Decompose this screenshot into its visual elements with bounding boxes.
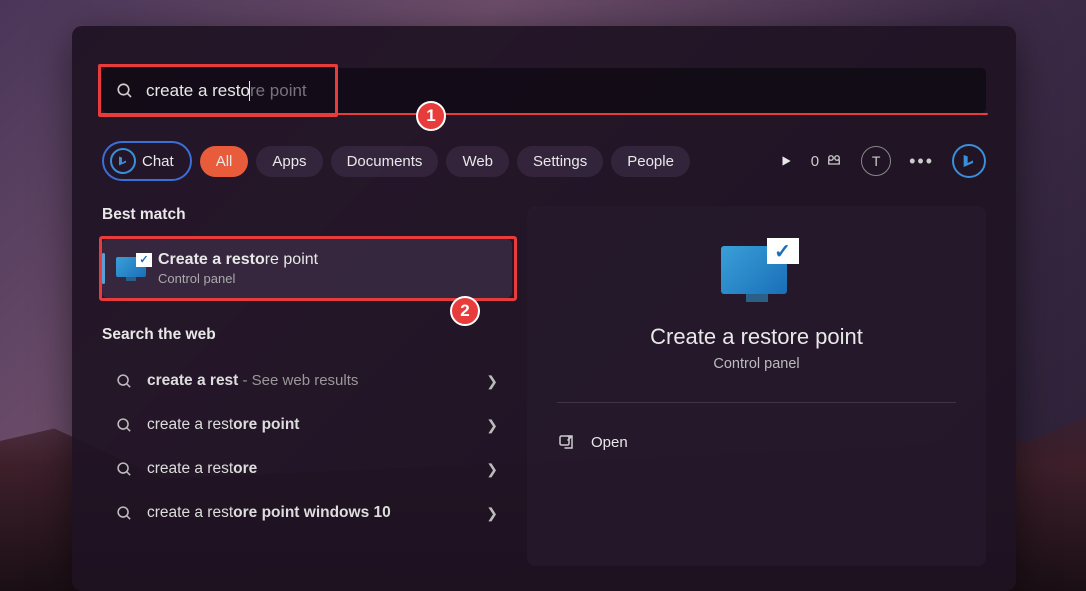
filter-chat[interactable]: Chat: [102, 141, 192, 181]
search-icon: [116, 82, 134, 100]
open-action[interactable]: Open: [557, 423, 956, 461]
bing-icon: [110, 148, 136, 174]
detail-subtitle: Control panel: [557, 356, 956, 372]
start-search-panel: create a restore point 1 Chat All Apps D…: [72, 26, 1016, 591]
chevron-right-icon: ❯: [486, 505, 498, 522]
search-autocomplete-text: re point: [250, 81, 307, 101]
result-subtitle: Control panel: [158, 271, 318, 286]
more-icon[interactable]: •••: [909, 151, 934, 172]
chevron-right-icon: ❯: [486, 461, 498, 478]
detail-panel: ✓ Create a restore point Control panel O…: [527, 206, 986, 566]
open-label: Open: [591, 434, 628, 451]
rewards-icon: [825, 152, 843, 170]
bing-button[interactable]: [952, 144, 986, 178]
filter-documents[interactable]: Documents: [331, 146, 439, 177]
play-icon[interactable]: [779, 154, 793, 168]
detail-title: Create a restore point: [557, 324, 956, 350]
filter-row: Chat All Apps Documents Web Settings Peo…: [102, 141, 986, 181]
section-best-match: Best match: [102, 206, 512, 224]
web-result-2[interactable]: create a restore ❯: [102, 447, 512, 491]
detail-app-icon: ✓: [721, 246, 793, 306]
search-icon: [116, 373, 133, 390]
control-panel-icon: ✓: [116, 257, 146, 281]
chevron-right-icon: ❯: [486, 417, 498, 434]
filter-web[interactable]: Web: [446, 146, 509, 177]
rewards-points[interactable]: 0: [811, 152, 843, 170]
filter-people[interactable]: People: [611, 146, 690, 177]
search-bar[interactable]: create a restore point: [102, 68, 986, 113]
filter-all[interactable]: All: [200, 146, 249, 177]
search-icon: [116, 505, 133, 522]
web-result-3[interactable]: create a restore point windows 10 ❯: [102, 491, 512, 535]
search-typed-text: create a resto: [146, 81, 250, 101]
web-result-0[interactable]: create a rest - See web results ❯: [102, 359, 512, 403]
search-input[interactable]: create a restore point: [146, 81, 307, 101]
web-result-1[interactable]: create a restore point ❯: [102, 403, 512, 447]
result-create-restore-point[interactable]: ✓ Create a restore point Control panel: [102, 239, 512, 298]
user-avatar[interactable]: T: [861, 146, 891, 176]
results-column: Best match ✓ Create a restore point Cont…: [102, 206, 512, 566]
search-icon: [116, 461, 133, 478]
chevron-right-icon: ❯: [486, 373, 498, 390]
filter-settings[interactable]: Settings: [517, 146, 603, 177]
result-title: Create a restore point: [158, 251, 318, 269]
annotation-badge-1: 1: [416, 101, 446, 131]
annotation-badge-2: 2: [450, 296, 480, 326]
section-search-web: Search the web: [102, 326, 512, 344]
open-icon: [557, 433, 575, 451]
search-icon: [116, 417, 133, 434]
filter-apps[interactable]: Apps: [256, 146, 322, 177]
